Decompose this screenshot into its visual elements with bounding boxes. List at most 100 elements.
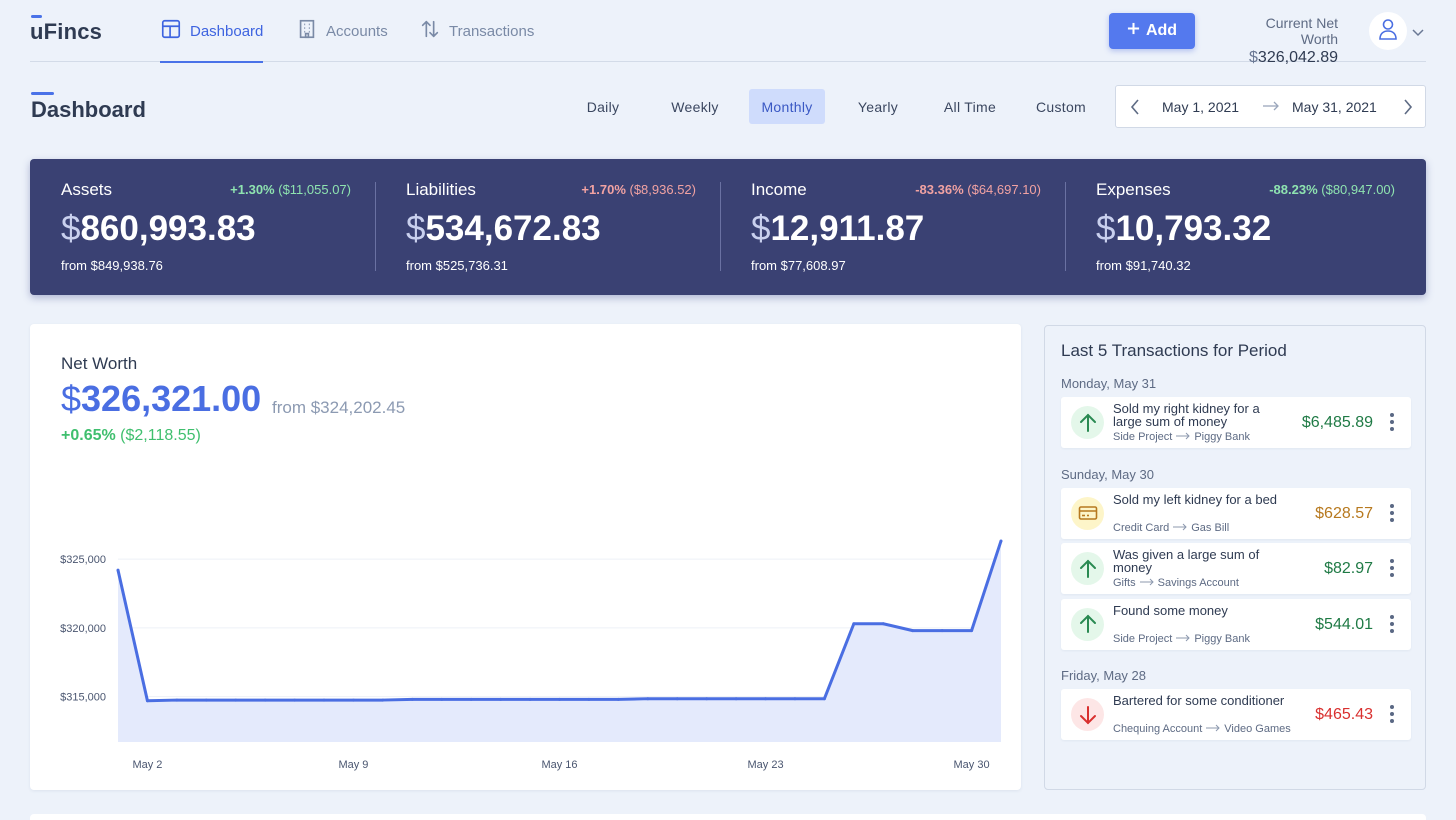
transaction-route: Side Project Piggy Bank — [1113, 431, 1250, 443]
transaction-to-account: Video Games — [1224, 723, 1291, 735]
more-options-icon[interactable] — [1389, 413, 1395, 431]
logo-accent — [31, 15, 42, 18]
current-net-worth-label: Current Net Worth — [1265, 15, 1338, 47]
transaction-route: Side Project Piggy Bank — [1113, 633, 1250, 645]
transaction-description: Found some money — [1113, 602, 1228, 618]
x-tick-label: May 2 — [132, 759, 162, 771]
data-point — [705, 697, 709, 701]
arrow-right-icon — [1176, 431, 1191, 443]
data-point — [587, 697, 591, 701]
add-button[interactable]: Add — [1109, 13, 1195, 49]
chevron-left-icon[interactable] — [1129, 99, 1141, 118]
app-logo[interactable]: uFincs — [30, 15, 102, 45]
transaction-route: Chequing Account Video Games — [1113, 723, 1291, 735]
transaction-day-heading: Sunday, May 30 — [1061, 466, 1154, 482]
transaction-row[interactable]: Sold my right kidney for a large sum of … — [1061, 397, 1411, 448]
stat-from: from $849,938.76 — [61, 258, 163, 273]
transaction-row[interactable]: Sold my left kidney for a bed Credit Card… — [1061, 487, 1411, 539]
data-point — [145, 699, 149, 703]
stat-from: from $91,740.32 — [1096, 258, 1191, 273]
divider — [375, 182, 376, 271]
user-icon — [1378, 18, 1398, 45]
period-custom[interactable]: Custom — [1028, 89, 1094, 124]
stat-name: Income — [751, 180, 807, 199]
arrow-up-icon — [1071, 607, 1104, 641]
nav-tab-transactions[interactable]: Transactions — [419, 0, 534, 62]
period-daily[interactable]: Daily — [573, 89, 633, 124]
stat-delta: -83.36% ($64,697.10) — [915, 182, 1041, 197]
transaction-to-account: Piggy Bank — [1194, 431, 1250, 443]
data-point — [175, 698, 179, 702]
period-weekly[interactable]: Weekly — [663, 89, 727, 124]
more-options-icon[interactable] — [1389, 559, 1395, 577]
stat-name: Liabilities — [406, 180, 476, 199]
stat-assets: Assets +1.30% ($11,055.07) $860,993.83 f… — [30, 159, 375, 295]
more-options-icon[interactable] — [1389, 705, 1395, 723]
arrows-up-down-icon — [419, 18, 441, 44]
data-point — [675, 697, 679, 701]
data-point — [852, 622, 856, 626]
transactions-panel: Last 5 Transactions for Period Monday, M… — [1044, 325, 1426, 790]
summary-band: Assets +1.30% ($11,055.07) $860,993.83 f… — [30, 159, 1426, 295]
transaction-day-heading: Friday, May 28 — [1061, 668, 1147, 683]
transaction-row[interactable]: Was given a large sum of money Gifts Savin… — [1061, 543, 1411, 594]
divider — [720, 182, 721, 271]
period-monthly[interactable]: Monthly — [749, 89, 825, 124]
transaction-amount: $82.97 — [1324, 560, 1373, 577]
avatar[interactable] — [1369, 12, 1407, 50]
transaction-row[interactable]: Found some money Side Project Piggy Bank $5… — [1061, 598, 1411, 650]
period-all-time[interactable]: All Time — [934, 89, 1006, 124]
transaction-to-account: Savings Account — [1157, 577, 1239, 589]
stat-income: Income -83.36% ($64,697.10) $12,911.87 f… — [720, 159, 1065, 295]
arrow-right-icon — [1139, 577, 1154, 589]
more-options-icon[interactable] — [1389, 503, 1395, 522]
nav-tab-dashboard[interactable]: Dashboard — [160, 0, 264, 63]
transaction-to-account: Piggy Bank — [1194, 632, 1250, 645]
stat-amount: $534,672.83 — [406, 209, 601, 248]
stat-from: from $525,736.31 — [406, 258, 508, 273]
data-point — [293, 698, 297, 702]
top-navigation: uFincs Dashboard Accounts Transactions A… — [30, 0, 1426, 66]
more-options-icon[interactable] — [1389, 614, 1395, 633]
data-point — [410, 697, 414, 701]
stat-liabilities: Liabilities +1.70% ($8,936.52) $534,672.… — [375, 159, 720, 295]
transaction-from-account: Gifts — [1113, 577, 1136, 589]
stat-from: from $77,608.97 — [751, 258, 846, 273]
chevron-right-icon[interactable] — [1402, 99, 1414, 118]
x-tick-label: May 30 — [954, 759, 990, 771]
transaction-row[interactable]: Bartered for some conditioner Chequing Ac… — [1061, 689, 1411, 740]
arrow-right-icon — [1176, 633, 1191, 645]
transaction-from-account: Side Project — [1113, 632, 1173, 645]
plus-icon — [1127, 22, 1140, 40]
data-point — [440, 697, 444, 701]
transaction-from-account: Credit Card — [1113, 521, 1170, 534]
chevron-down-icon[interactable] — [1412, 24, 1424, 42]
data-point — [469, 697, 473, 701]
net-worth-card: Net Worth $326,321.00 from $324,202.45 +… — [30, 324, 1021, 790]
period-yearly[interactable]: Yearly — [848, 89, 908, 124]
x-tick-label: May 23 — [747, 759, 783, 771]
date-range-start[interactable]: May 1, 2021 — [1162, 99, 1239, 115]
data-point — [263, 698, 267, 702]
transaction-from-account: Chequing Account — [1113, 723, 1203, 735]
arrow-up-icon — [1071, 552, 1104, 585]
transaction-amount: $628.57 — [1315, 504, 1373, 522]
nav-tab-label: Accounts — [326, 22, 388, 40]
arrow-right-icon — [1173, 522, 1187, 534]
data-point — [822, 697, 826, 701]
date-range-end[interactable]: May 31, 2021 — [1292, 99, 1377, 115]
data-point — [940, 629, 944, 633]
arrow-up-icon — [1071, 406, 1104, 439]
nav-tab-accounts[interactable]: Accounts — [296, 0, 388, 62]
net-worth-chart: $325,000 $320,000 $315,000 May 2 May 9 May 16… — [60, 539, 1003, 771]
transaction-description: Bartered for some conditioner — [1113, 693, 1285, 708]
stat-delta: +1.30% ($11,055.07) — [230, 182, 351, 197]
arrow-right-icon — [1262, 99, 1280, 115]
data-point — [381, 698, 385, 702]
stat-name: Assets — [61, 180, 113, 199]
title-accent — [31, 92, 54, 95]
credit-card-icon — [1071, 496, 1104, 530]
data-point — [881, 622, 885, 626]
current-net-worth-value: $326,042.89 — [1249, 49, 1338, 66]
transactions-title: Last 5 Transactions for Period — [1061, 341, 1287, 360]
